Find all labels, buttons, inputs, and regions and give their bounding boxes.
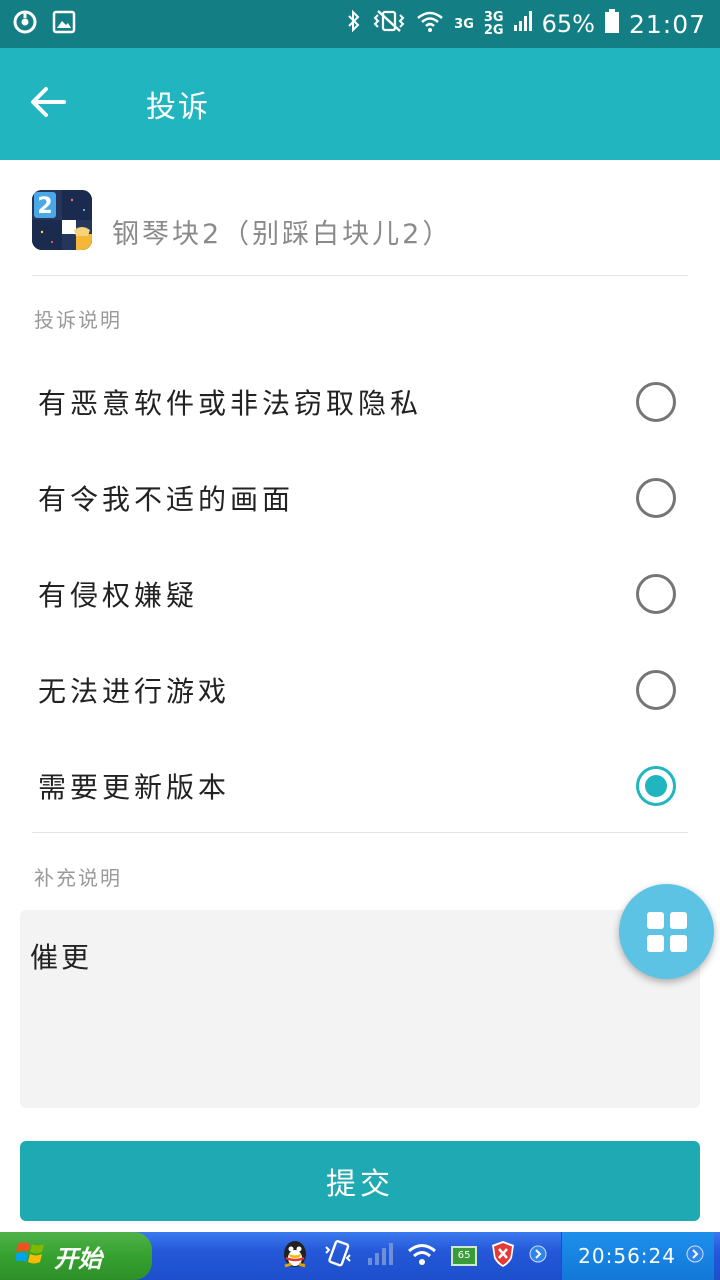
radio-button-selected[interactable]: [636, 766, 676, 806]
radio-button[interactable]: [636, 670, 676, 710]
submit-button[interactable]: 提交: [20, 1141, 700, 1221]
back-button[interactable]: [0, 48, 96, 160]
expand-tray-icon[interactable]: [529, 1245, 547, 1267]
system-tray: 65 20:56:24: [281, 1232, 720, 1280]
sync-icon: [12, 9, 38, 39]
taskbar: 开始 65 20:56:24: [0, 1232, 720, 1280]
signal-icon: [513, 10, 532, 38]
option-infringement[interactable]: 有侵权嫌疑: [32, 546, 688, 642]
supplement-textarea[interactable]: 催更: [20, 910, 700, 1108]
start-button[interactable]: 开始: [0, 1232, 152, 1280]
radio-button[interactable]: [636, 478, 676, 518]
vibrate-tray-icon[interactable]: [323, 1239, 353, 1273]
arrow-left-icon: [30, 86, 66, 122]
floating-menu-button[interactable]: [619, 884, 714, 979]
taskbar-clock-area: 20:56:24: [561, 1232, 714, 1280]
battery-percent: 65%: [541, 10, 595, 38]
option-label: 有侵权嫌疑: [38, 579, 199, 612]
app-name: 钢琴块2（别踩白块儿2）: [112, 219, 453, 250]
chevron-right-icon[interactable]: [686, 1244, 704, 1268]
battery-tray-icon[interactable]: 65: [451, 1246, 478, 1266]
qq-icon[interactable]: [281, 1238, 309, 1274]
security-shield-icon[interactable]: [491, 1240, 515, 1272]
grid-icon: [646, 911, 687, 952]
radio-button[interactable]: [636, 382, 676, 422]
app-icon-badge: 2: [37, 194, 52, 219]
dual-network-label: 3G 2G: [484, 11, 504, 37]
option-cannot-play[interactable]: 无法进行游戏: [32, 642, 688, 738]
radio-button[interactable]: [636, 574, 676, 614]
complaint-section-label: 投诉说明: [34, 308, 122, 332]
gallery-icon: [52, 10, 76, 38]
complaint-options: 有恶意软件或非法窃取隐私 有令我不适的画面 有侵权嫌疑 无法进行游戏 需要更新版…: [32, 354, 688, 834]
windows-logo-icon: [14, 1239, 46, 1273]
option-label: 无法进行游戏: [38, 675, 231, 708]
option-needs-update[interactable]: 需要更新版本: [32, 738, 688, 834]
battery-icon: [604, 9, 619, 39]
option-label: 有恶意软件或非法窃取隐私: [38, 387, 423, 420]
app-bar: 投诉: [0, 48, 720, 160]
divider: [32, 832, 688, 833]
option-uncomfortable-content[interactable]: 有令我不适的画面: [32, 450, 688, 546]
bluetooth-icon: [346, 9, 362, 39]
supplement-section-label: 补充说明: [34, 866, 122, 890]
option-label: 有令我不适的画面: [38, 483, 295, 516]
network-type-label-sim2: 2G: [483, 23, 504, 38]
wifi-icon: [416, 9, 444, 39]
network-type-label: 3G: [454, 16, 474, 32]
status-time: 21:07: [628, 9, 706, 39]
app-info-row: 2 钢琴块2（别踩白块儿2）: [32, 190, 688, 276]
option-label: 需要更新版本: [38, 771, 231, 804]
taskbar-clock: 20:56:24: [578, 1244, 676, 1268]
page-title: 投诉: [146, 90, 210, 125]
start-label: 开始: [54, 1244, 102, 1273]
status-bar: 3G 3G 2G 65% 21:07: [0, 0, 720, 48]
wifi-tray-icon[interactable]: [407, 1242, 437, 1270]
vibrate-icon: [372, 9, 406, 39]
option-malware[interactable]: 有恶意软件或非法窃取隐私: [32, 354, 688, 450]
signal-tray-icon[interactable]: [367, 1242, 394, 1270]
app-icon: 2: [32, 190, 92, 250]
